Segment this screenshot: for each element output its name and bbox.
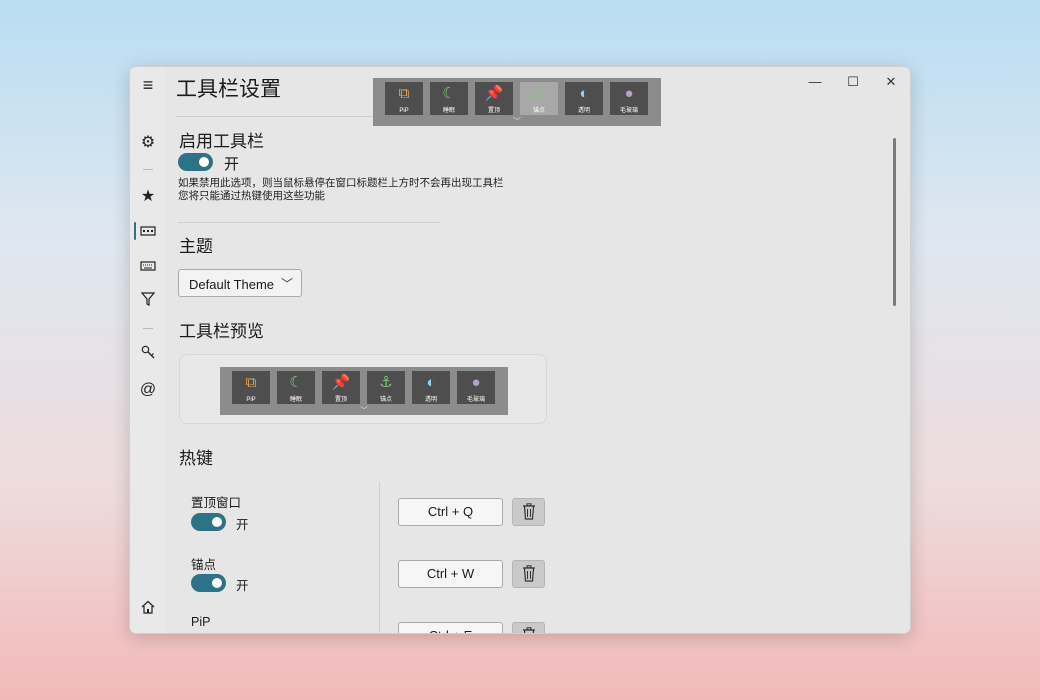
hotkey-name: 锚点 (191, 558, 217, 572)
enable-toolbar-description: 您将只能通过热键使用这些功能 (178, 190, 325, 202)
anchor-icon: ⚓ (379, 374, 393, 391)
star-icon[interactable]: ★ (130, 187, 166, 207)
toolbar-button-moon[interactable]: ☾ 睡眠 (277, 371, 315, 404)
pin-icon: 📌 (484, 85, 504, 102)
hotkey-name: PiP (191, 615, 211, 629)
at-icon[interactable]: @ (130, 380, 166, 400)
hotkey-key-field[interactable]: Ctrl + E (398, 622, 503, 633)
hotkeys-heading: 热键 (179, 449, 213, 468)
toolbar-icon[interactable] (130, 222, 166, 242)
keyboard-icon[interactable] (130, 257, 166, 277)
preview-heading: 工具栏预览 (179, 322, 264, 341)
enable-toolbar-toggle[interactable] (178, 153, 213, 171)
enable-toolbar-heading: 启用工具栏 (179, 132, 264, 151)
key-icon[interactable] (130, 345, 166, 365)
blur-icon: ● (471, 374, 481, 391)
hotkey-key-field[interactable]: Ctrl + Q (398, 498, 503, 526)
toolbar-button-label: 透明 (577, 108, 590, 114)
toolbar-button-label: 锚点 (379, 397, 392, 403)
theme-dropdown[interactable]: Default Theme ﹀ (178, 269, 302, 297)
toolbar-button-label: 锚点 (532, 108, 545, 114)
toolbar-button-label: PiP (399, 108, 409, 114)
toolbar-button-anchor[interactable]: ⚓ 锚点 (520, 82, 558, 115)
toolbar-button-label: 置顶 (334, 397, 347, 403)
theme-heading: 主题 (179, 237, 213, 256)
theme-selected-value: Default Theme (189, 277, 275, 292)
toolbar-button-transparency[interactable]: ◐ 透明 (412, 371, 450, 404)
toolbar-button-pip[interactable]: ⧉ PiP (232, 371, 270, 404)
toolbar-button-pin[interactable]: 📌 置顶 (475, 82, 513, 115)
enable-toolbar-description: 如果禁用此选项，则当鼠标悬停在窗口标题栏上方时不会再出现工具栏 (178, 177, 504, 189)
transparency-icon: ◐ (426, 374, 436, 391)
toolbar-button-blur[interactable]: ● 毛玻璃 (610, 82, 648, 115)
pin-icon: 📌 (331, 374, 351, 391)
settings-icon[interactable]: ⚙ (130, 133, 166, 153)
menu-icon[interactable]: ≡ (130, 75, 166, 95)
floating-toolbar: ⧉ PiP ☾ 睡眠 📌 置顶 ⚓ 锚点 ◐ 透明 ● 毛玻璃 ﹀ (373, 78, 661, 126)
toolbar-button-label: 毛玻璃 (466, 397, 485, 403)
hotkey-toggle[interactable] (191, 513, 226, 531)
toolbar-button-anchor[interactable]: ⚓ 锚点 (367, 371, 405, 404)
home-icon[interactable] (130, 600, 166, 620)
chevron-down-icon[interactable]: ﹀ (354, 407, 374, 415)
toolbar-button-transparency[interactable]: ◐ 透明 (565, 82, 603, 115)
toolbar-button-pip[interactable]: ⧉ PiP (385, 82, 423, 115)
settings-content: 工具栏设置 — ☐ ✕ 启用工具栏 开 如果禁用此选项，则当鼠标悬停在窗口标题栏… (166, 67, 910, 633)
minimize-button[interactable]: — (800, 71, 830, 93)
toolbar-button-blur[interactable]: ● 毛玻璃 (457, 371, 495, 404)
maximize-button[interactable]: ☐ (838, 71, 868, 93)
hotkey-key-field[interactable]: Ctrl + W (398, 560, 503, 588)
nav-rail: ≡ ⚙ ★ @ (130, 67, 166, 633)
toolbar-preview: ⧉ PiP ☾ 睡眠 📌 置顶 ⚓ 锚点 ◐ 透明 ● 毛玻璃 ﹀ (220, 367, 508, 415)
moon-icon: ☾ (442, 85, 456, 102)
page-title: 工具栏设置 (176, 78, 281, 101)
trash-icon (522, 565, 535, 582)
toolbar-button-label: PiP (246, 397, 256, 403)
moon-icon: ☾ (289, 374, 303, 391)
filter-icon[interactable] (130, 292, 166, 312)
trash-icon (522, 627, 535, 633)
chevron-down-icon[interactable]: ﹀ (507, 118, 527, 126)
nav-separator (143, 169, 153, 170)
enable-toolbar-state: 开 (224, 156, 240, 173)
nav-separator (143, 328, 153, 329)
trash-icon (522, 503, 535, 520)
pip-icon: ⧉ (398, 85, 410, 102)
chevron-down-icon: ﹀ (280, 277, 293, 291)
delete-hotkey-button[interactable] (512, 498, 545, 526)
hotkey-toggle[interactable] (191, 574, 226, 592)
hotkey-name: 置顶窗口 (191, 496, 242, 510)
toolbar-button-label: 睡眠 (289, 397, 302, 403)
blur-icon: ● (624, 85, 634, 102)
transparency-icon: ◐ (579, 85, 589, 102)
section-divider (178, 222, 440, 223)
hotkey-toggle-state: 开 (236, 579, 249, 593)
hotkeys-divider (379, 482, 380, 633)
delete-hotkey-button[interactable] (512, 560, 545, 588)
toolbar-preview-card: ⧉ PiP ☾ 睡眠 📌 置顶 ⚓ 锚点 ◐ 透明 ● 毛玻璃 ﹀ (179, 354, 547, 424)
hotkey-toggle-state: 开 (236, 518, 249, 532)
delete-hotkey-button[interactable] (512, 622, 545, 633)
settings-window: ≡ ⚙ ★ @ 工具栏设置 — ☐ ✕ 启用工具栏 开 如果禁用此选项，则当鼠标… (129, 66, 911, 634)
close-button[interactable]: ✕ (876, 71, 906, 93)
toolbar-button-label: 置顶 (487, 108, 500, 114)
toolbar-button-pin[interactable]: 📌 置顶 (322, 371, 360, 404)
vertical-scrollbar[interactable] (893, 138, 896, 306)
pip-icon: ⧉ (245, 374, 257, 391)
toolbar-button-label: 毛玻璃 (619, 108, 638, 114)
toolbar-button-label: 睡眠 (442, 108, 455, 114)
anchor-icon: ⚓ (532, 85, 546, 102)
toolbar-button-label: 透明 (424, 397, 437, 403)
toolbar-button-moon[interactable]: ☾ 睡眠 (430, 82, 468, 115)
